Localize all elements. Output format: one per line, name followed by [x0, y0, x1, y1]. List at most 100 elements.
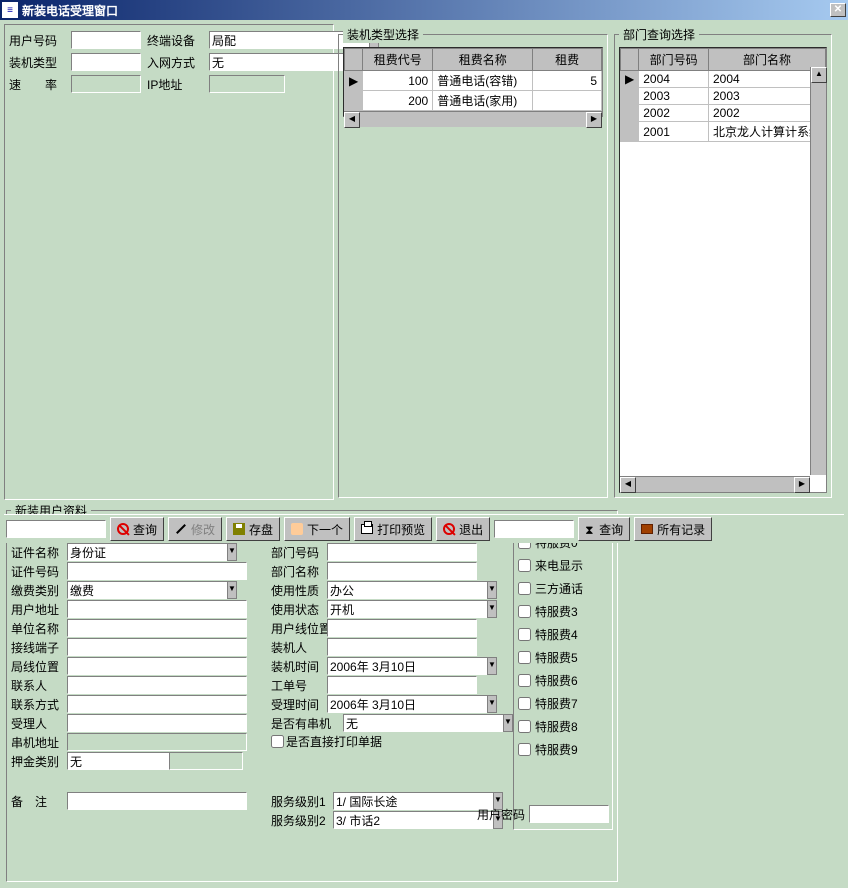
line-pos-label: 局线位置	[11, 658, 65, 675]
feature-checkbox-1[interactable]	[518, 559, 531, 572]
feature-label: 特服费7	[535, 695, 578, 712]
print-direct-label: 是否直接打印单据	[286, 733, 382, 750]
close-button[interactable]: ✕	[830, 3, 846, 17]
dropdown-icon[interactable]: ▼	[503, 714, 513, 732]
install-time-picker[interactable]	[327, 657, 487, 675]
use-nature-select[interactable]	[327, 581, 487, 599]
book-icon	[641, 524, 653, 534]
feature-label: 特服费6	[535, 672, 578, 689]
pencil-icon	[176, 524, 186, 534]
dept-legend: 部门查询选择	[619, 26, 699, 43]
feature-label: 特服费5	[535, 649, 578, 666]
toolbar: 查询 修改 存盘 下一个 打印预览 退出 查询 所有记录	[4, 514, 844, 543]
dept-table[interactable]: 部门号码部门名称 ▶20042004 20032003 20022002 200…	[620, 48, 826, 142]
addr-input[interactable]	[67, 600, 247, 618]
user-no-label: 用户号码	[9, 32, 65, 49]
user-line-input[interactable]	[327, 619, 477, 637]
scroll-up-icon[interactable]: ▲	[811, 67, 827, 83]
svc1-label: 服务级别1	[271, 793, 331, 810]
dept-group: 部门查询选择 部门号码部门名称 ▶20042004 20032003 20022…	[614, 26, 832, 498]
mach-type-input[interactable]	[71, 53, 141, 71]
deposit-amount-input	[169, 752, 243, 770]
table-row[interactable]: 200普通电话(家用)	[345, 91, 602, 111]
speed-input	[71, 75, 141, 93]
dropdown-icon[interactable]: ▼	[227, 543, 237, 561]
accept-time-picker[interactable]	[327, 695, 487, 713]
table-row[interactable]: 2001北京龙人计算计系统	[621, 122, 826, 142]
col-dept-name[interactable]: 部门名称	[708, 49, 825, 71]
svc1-select[interactable]	[333, 792, 493, 810]
feature-checkbox-7[interactable]	[518, 697, 531, 710]
feature-checkbox-4[interactable]	[518, 628, 531, 641]
cert-name-select[interactable]	[67, 543, 227, 561]
feature-checkbox-8[interactable]	[518, 720, 531, 733]
modify-button[interactable]: 修改	[168, 517, 222, 541]
remark-input[interactable]	[67, 792, 247, 810]
search-input-2[interactable]	[494, 520, 574, 538]
scroll-left-icon[interactable]: ◀	[620, 477, 636, 493]
accepter-input[interactable]	[67, 714, 247, 732]
feature-checkbox-9[interactable]	[518, 743, 531, 756]
line-pos-input[interactable]	[67, 657, 247, 675]
scroll-left-icon[interactable]: ◀	[344, 112, 360, 128]
accepter-label: 受理人	[11, 715, 65, 732]
table-row[interactable]: ▶100普通电话(容错)5	[345, 71, 602, 91]
query-button[interactable]: 查询	[110, 517, 164, 541]
fee-type-select[interactable]	[67, 581, 227, 599]
dropdown-icon[interactable]: ▼	[487, 581, 497, 599]
preview-button[interactable]: 打印预览	[354, 517, 432, 541]
feature-checkbox-6[interactable]	[518, 674, 531, 687]
thumb-icon	[291, 523, 303, 535]
user-pwd-input[interactable]	[529, 805, 609, 823]
dept-name-input[interactable]	[327, 562, 477, 580]
target-icon	[117, 523, 129, 535]
dropdown-icon[interactable]: ▼	[227, 581, 237, 599]
dept-name-label: 部门名称	[271, 563, 325, 580]
user-data-group: 新装用户资料 客户名称 证件名称▼ 证件号码 缴费类别▼ 用户地址 单位名称 接…	[6, 502, 618, 882]
dropdown-icon[interactable]: ▼	[487, 657, 497, 675]
cert-no-input[interactable]	[67, 562, 247, 580]
use-state-select[interactable]	[327, 600, 487, 618]
feature-checkbox-2[interactable]	[518, 582, 531, 595]
feature-group: 特服选择 特服费0来电显示三方通话特服费3特服费4特服费5特服费6特服费7特服费…	[513, 523, 613, 830]
scrollbar-vertical[interactable]: ▲	[810, 67, 826, 475]
org-input[interactable]	[67, 619, 247, 637]
dropdown-icon[interactable]: ▼	[487, 695, 497, 713]
next-button[interactable]: 下一个	[284, 517, 350, 541]
contact-input[interactable]	[67, 676, 247, 694]
scroll-right-icon[interactable]: ▶	[794, 477, 810, 493]
col-dept-code[interactable]: 部门号码	[639, 49, 709, 71]
svc2-select[interactable]	[333, 811, 493, 829]
feature-label: 三方通话	[535, 580, 583, 597]
dept-no-input[interactable]	[327, 543, 477, 561]
table-row[interactable]: 20022002	[621, 105, 826, 122]
net-mode-label: 入网方式	[147, 54, 203, 71]
terminal2-input[interactable]	[67, 638, 247, 656]
all-records-button[interactable]: 所有记录	[634, 517, 712, 541]
user-pwd-label: 用户密码	[477, 806, 525, 823]
contact-way-input[interactable]	[67, 695, 247, 713]
installer-input[interactable]	[327, 638, 477, 656]
feature-checkbox-3[interactable]	[518, 605, 531, 618]
col-fee[interactable]: 租费	[533, 49, 602, 71]
user-no-input[interactable]	[71, 31, 141, 49]
svc2-label: 服务级别2	[271, 812, 331, 829]
scroll-right-icon[interactable]: ▶	[586, 112, 602, 128]
feature-checkbox-5[interactable]	[518, 651, 531, 664]
col-fee-name[interactable]: 租费名称	[433, 49, 533, 71]
order-no-input[interactable]	[327, 676, 477, 694]
save-button[interactable]: 存盘	[226, 517, 280, 541]
mach-type-table[interactable]: 租费代号 租费名称 租费 ▶100普通电话(容错)5 200普通电话(家用)	[344, 48, 602, 111]
col-fee-code[interactable]: 租费代号	[363, 49, 433, 71]
exit-button[interactable]: 退出	[436, 517, 490, 541]
query2-button[interactable]: 查询	[578, 517, 630, 541]
table-row[interactable]: ▶20042004	[621, 71, 826, 88]
table-row[interactable]: 20032003	[621, 88, 826, 105]
dropdown-icon[interactable]: ▼	[487, 600, 497, 618]
has-serial-select[interactable]	[343, 714, 503, 732]
search-input-1[interactable]	[6, 520, 106, 538]
print-direct-checkbox[interactable]	[271, 735, 284, 748]
feature-label: 来电显示	[535, 557, 583, 574]
cert-no-label: 证件号码	[11, 563, 65, 580]
serial-addr-label: 串机地址	[11, 734, 65, 751]
